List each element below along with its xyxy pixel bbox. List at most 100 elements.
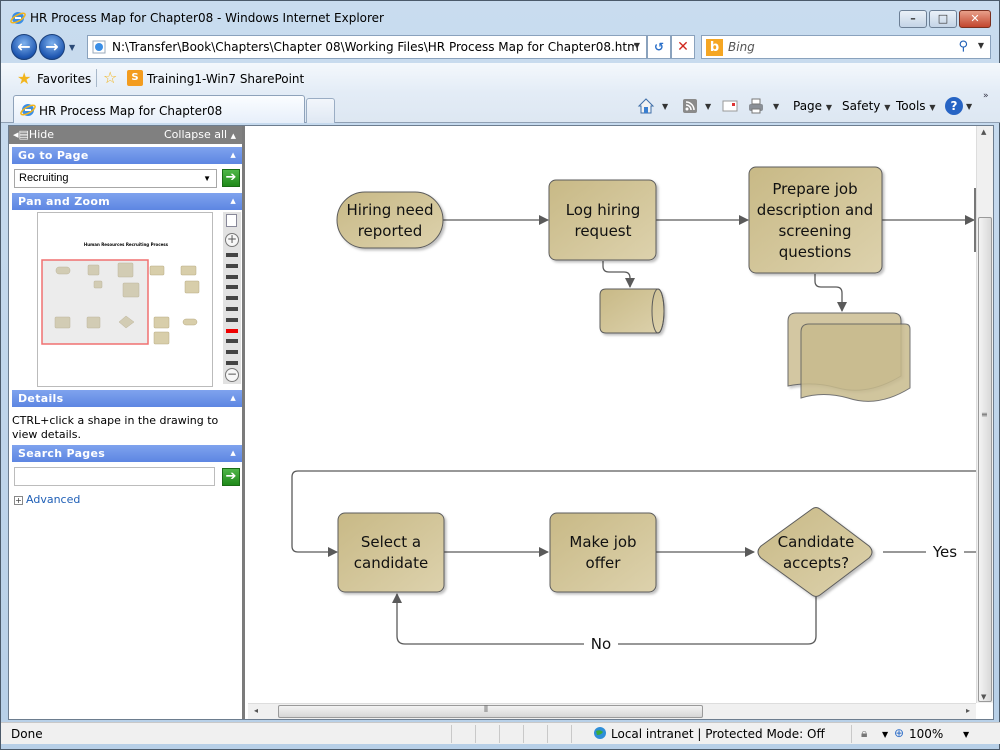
address-dropdown-icon[interactable]: ▼ <box>634 41 640 50</box>
shape-text: Prepare job <box>772 180 857 198</box>
favorite-link-sharepoint[interactable]: Training1-Win7 SharePoint <box>147 72 304 86</box>
close-button[interactable]: ✕ <box>959 10 991 28</box>
mail-icon[interactable] <box>721 97 739 115</box>
safety-menu[interactable]: Safety ▼ <box>842 99 890 113</box>
zoom-level-step[interactable] <box>226 285 238 290</box>
section-search-pages[interactable]: Search Pages ▲ <box>12 445 242 462</box>
back-button[interactable]: ← <box>11 34 37 60</box>
favorites-star-icon: ★ <box>17 69 32 88</box>
collapse-caret-icon[interactable]: ▲ <box>230 390 236 407</box>
collapse-caret-icon[interactable]: ▲ <box>230 193 236 210</box>
thumbnail-title: Human Resources Recruiting Process <box>84 242 169 247</box>
shape-candidate-accepts-decision[interactable]: Candidate accepts? <box>757 507 873 597</box>
zoom-level[interactable]: 100% <box>909 727 943 741</box>
shape-hiring-need-reported[interactable]: Hiring need reported <box>336 191 444 249</box>
page-menu[interactable]: Page ▼ <box>793 99 832 113</box>
zoom-slider[interactable]: + − <box>223 212 241 384</box>
advanced-label: Advanced <box>26 493 81 506</box>
shape-text: questions <box>779 243 852 261</box>
feed-dropdown[interactable]: ▼ <box>705 102 711 111</box>
horizontal-scrollbar[interactable]: ◂ ⦀ ▸ <box>248 703 976 719</box>
shape-text: Hiring need <box>346 201 433 219</box>
shape-make-job-offer[interactable]: Make job offer <box>549 512 657 593</box>
zoom-level-step[interactable] <box>226 253 238 257</box>
section-pan-and-zoom[interactable]: Pan and Zoom ▲ <box>12 193 242 210</box>
shape-select-a-candidate[interactable]: Select a candidate <box>337 512 445 593</box>
horizontal-scroll-thumb[interactable]: ⦀ <box>278 705 703 718</box>
vertical-scroll-thumb[interactable]: ≡ <box>978 217 992 702</box>
zoom-level-step[interactable] <box>226 274 238 279</box>
zoom-level-step[interactable] <box>226 307 238 311</box>
window-title: HR Process Map for Chapter08 - Windows I… <box>30 11 384 25</box>
recent-pages-dropdown[interactable]: ▼ <box>69 43 75 52</box>
search-pages-button[interactable]: ➔ <box>222 468 240 486</box>
scroll-left-icon[interactable]: ◂ <box>254 706 258 715</box>
pan-zoom-thumbnail[interactable]: Human Resources Recruiting Process <box>37 212 213 387</box>
visio-navigation-pane: ◂▤Hide Collapse all ▲ Go to Page ▲ Recrui… <box>9 126 245 719</box>
scroll-down-icon[interactable]: ▼ <box>981 693 986 701</box>
security-zone[interactable]: Local intranet | Protected Mode: Off <box>611 727 825 741</box>
zoom-level-step[interactable] <box>226 317 238 322</box>
address-bar[interactable]: N:\Transfer\Book\Chapters\Chapter 08\Wor… <box>87 35 647 59</box>
section-details[interactable]: Details ▲ <box>12 390 242 407</box>
shape-prepare-job-description[interactable]: Prepare job description and screening qu… <box>748 166 883 274</box>
zoom-level-step[interactable] <box>226 296 238 301</box>
shape-text: accepts? <box>783 554 849 572</box>
page-menu-label: Page <box>793 99 823 113</box>
maximize-button[interactable]: □ <box>929 10 957 28</box>
tab-hr-process-map[interactable]: HR Process Map for Chapter08 <box>13 95 305 123</box>
divider <box>523 725 524 743</box>
vertical-scrollbar[interactable]: ▲ ≡ ▼ <box>976 126 993 703</box>
advanced-search-link[interactable]: + Advanced <box>14 493 80 506</box>
print-icon[interactable] <box>747 97 765 115</box>
shape-log-hiring-request[interactable]: Log hiring request <box>548 179 657 261</box>
viewport-rectangle[interactable] <box>41 259 149 345</box>
zoom-magnifier-icon: ⊕ <box>894 726 905 740</box>
home-dropdown[interactable]: ▼ <box>662 102 668 111</box>
more-commands-chevron-icon[interactable]: » <box>983 91 989 101</box>
diagram-canvas[interactable]: Yes No Hiring need reported Log hiring r… <box>248 126 976 703</box>
add-to-favorites-icon[interactable]: ☆ <box>103 68 117 87</box>
collapse-caret-icon[interactable]: ▲ <box>230 147 236 164</box>
new-tab-button[interactable] <box>306 98 335 123</box>
page-select[interactable]: Recruiting ▼ <box>14 169 217 188</box>
zoom-level-step[interactable] <box>226 263 238 268</box>
scroll-right-icon[interactable]: ▸ <box>966 706 970 715</box>
refresh-button[interactable]: ↺ <box>647 35 671 59</box>
zoom-dropdown[interactable]: ▼ <box>963 730 969 739</box>
favorites-button[interactable]: Favorites <box>37 72 91 86</box>
zoom-level-selected[interactable] <box>226 328 238 333</box>
collapse-caret-icon[interactable]: ▲ <box>230 445 236 462</box>
search-box[interactable]: b Bing ⚲ ▼ <box>701 35 991 59</box>
minimize-button[interactable]: – <box>899 10 927 28</box>
help-dropdown[interactable]: ▼ <box>966 102 972 111</box>
stop-button[interactable]: ✕ <box>671 35 695 59</box>
hide-pane-button[interactable]: ◂▤Hide <box>13 128 54 141</box>
shape-multiple-documents[interactable] <box>787 312 911 402</box>
shape-data-store[interactable] <box>599 288 665 334</box>
address-input[interactable]: N:\Transfer\Book\Chapters\Chapter 08\Wor… <box>112 40 639 54</box>
forward-button[interactable]: → <box>39 34 65 60</box>
print-dropdown[interactable]: ▼ <box>773 102 779 111</box>
zoom-level-step[interactable] <box>226 361 238 365</box>
zoom-level-step[interactable] <box>226 339 238 344</box>
protected-mode-icon[interactable]: 🔒︎ <box>861 726 867 741</box>
scroll-up-icon[interactable]: ▲ <box>981 128 986 136</box>
go-to-page-button[interactable]: ➔ <box>222 169 240 187</box>
safety-menu-label: Safety <box>842 99 881 113</box>
search-pages-input[interactable] <box>14 467 215 486</box>
zoom-level-step[interactable] <box>226 350 238 355</box>
section-go-to-page[interactable]: Go to Page ▲ <box>12 147 242 164</box>
zoom-in-icon[interactable]: + <box>225 233 239 247</box>
tools-menu[interactable]: Tools ▼ <box>896 99 936 113</box>
fit-page-icon[interactable] <box>226 214 237 227</box>
home-icon[interactable] <box>637 97 655 115</box>
search-options-dropdown[interactable]: ▼ <box>978 41 984 50</box>
search-icon[interactable]: ⚲ <box>958 39 968 54</box>
help-icon[interactable]: ? <box>945 97 963 115</box>
search-input[interactable]: Bing <box>728 40 755 54</box>
rss-feed-icon[interactable] <box>681 97 699 115</box>
collapse-all-button[interactable]: Collapse all ▲ <box>164 128 236 141</box>
protected-mode-dropdown[interactable]: ▼ <box>882 730 888 739</box>
zoom-out-icon[interactable]: − <box>225 368 239 382</box>
